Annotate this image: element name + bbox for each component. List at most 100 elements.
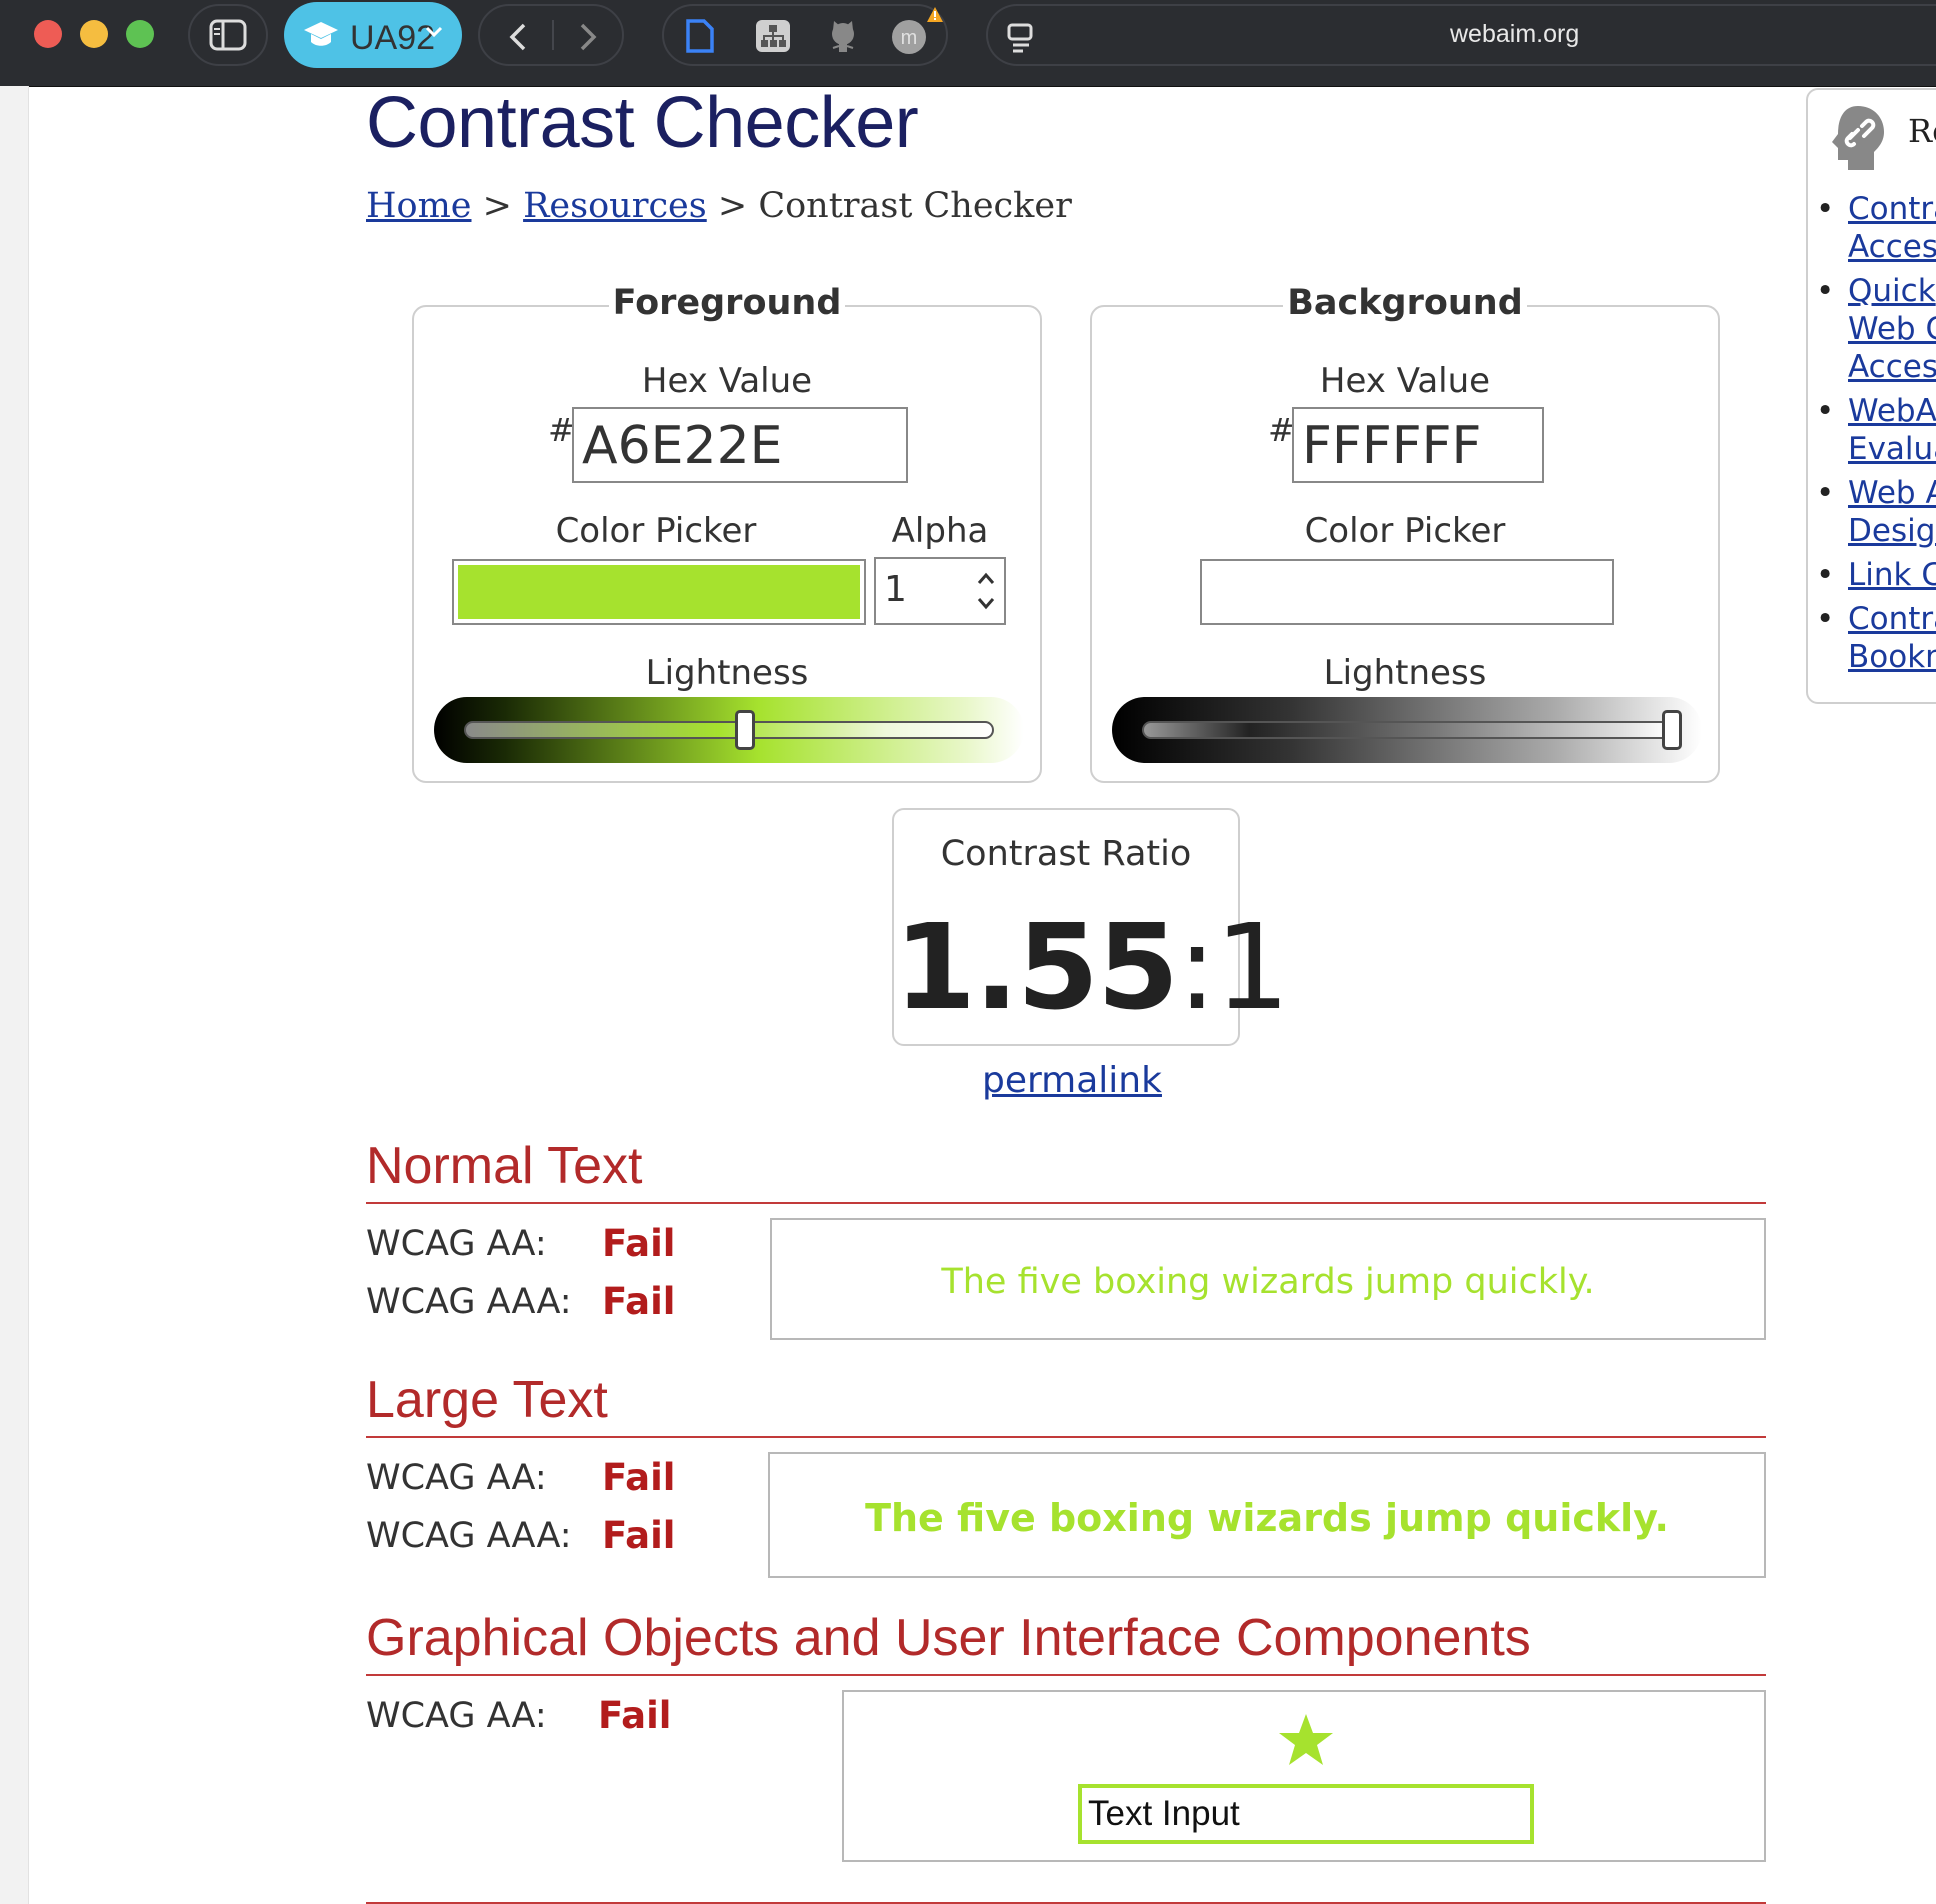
- normal-aaa-label: WCAG AAA:: [366, 1282, 572, 1322]
- sample-text-input[interactable]: Text Input: [1078, 1784, 1534, 1844]
- large-text-sample-box: The five boxing wizards jump quickly.: [768, 1452, 1766, 1578]
- large-aaa-result: Fail: [602, 1514, 676, 1557]
- forward-arrow-icon[interactable]: [576, 22, 600, 52]
- background-lightness-label: Lightness: [1323, 653, 1487, 693]
- background-color-picker-label: Color Picker: [1304, 511, 1506, 551]
- graphical-objects-divider: [366, 1674, 1766, 1676]
- resource-link[interactable]: Link Co: [1848, 557, 1936, 593]
- large-text-sample: The five boxing wizards jump quickly.: [865, 1496, 1669, 1540]
- resource-link[interactable]: Web ADesign: [1848, 475, 1936, 549]
- url-text[interactable]: webaim.org: [1450, 20, 1579, 49]
- browser-toolbar: UA92 m webaim.org: [0, 0, 1936, 87]
- normal-aa-label: WCAG AA:: [366, 1224, 547, 1264]
- foreground-color-picker-label: Color Picker: [555, 511, 757, 551]
- resource-link[interactable]: Quick Web CAccess: [1848, 273, 1936, 385]
- foreground-alpha-value: 1: [884, 569, 907, 610]
- background-hex-input[interactable]: FFFFFF: [1292, 407, 1544, 483]
- back-arrow-icon[interactable]: [506, 22, 530, 52]
- breadcrumb: Home > Resources > Contrast Checker: [366, 186, 1072, 226]
- contrast-ratio-label: Contrast Ratio: [940, 834, 1192, 874]
- sidebar-toggle-button[interactable]: [188, 4, 268, 66]
- warning-badge-icon: [927, 7, 943, 22]
- large-aa-label: WCAG AA:: [366, 1458, 547, 1498]
- background-color-swatch: [1206, 565, 1608, 619]
- foreground-lightness-thumb[interactable]: [734, 710, 755, 750]
- background-panel: Background Hex Value # FFFFFF Color Pick…: [1090, 283, 1720, 783]
- large-text-divider: [366, 1436, 1766, 1438]
- resource-item: Quick Web CAccess: [1808, 272, 1936, 386]
- graphical-sample-box: Text Input: [842, 1690, 1766, 1862]
- window-zoom-button[interactable]: [126, 20, 154, 48]
- resource-item: ContraAccess: [1808, 190, 1936, 266]
- foreground-hash: #: [548, 411, 575, 449]
- breadcrumb-home-link[interactable]: Home: [366, 186, 472, 226]
- breadcrumb-separator: >: [471, 186, 524, 226]
- normal-text-sample: The five boxing wizards jump quickly.: [941, 1262, 1595, 1302]
- graphical-aa-label: WCAG AA:: [366, 1696, 547, 1736]
- background-lightness-thumb[interactable]: [1662, 710, 1682, 750]
- resource-link-text: Design: [1848, 513, 1936, 549]
- document-icon[interactable]: [684, 18, 716, 54]
- nav-divider: [552, 20, 554, 50]
- resource-link[interactable]: ContraBookm: [1848, 601, 1936, 675]
- background-lightness-rail: [1142, 721, 1672, 739]
- breadcrumb-separator: >: [706, 186, 759, 226]
- graphical-objects-heading: Graphical Objects and User Interface Com…: [366, 1609, 1531, 1667]
- resource-link[interactable]: ContraAccess: [1848, 191, 1936, 265]
- foreground-panel: Foreground Hex Value # A6E22E Color Pick…: [412, 283, 1042, 783]
- sidebar-icon: [209, 19, 247, 51]
- profile-extension-icon[interactable]: m: [890, 18, 928, 56]
- contrast-ratio-number: 1.55: [894, 898, 1179, 1036]
- foreground-lightness-slider[interactable]: [434, 697, 1024, 763]
- background-color-picker[interactable]: [1200, 559, 1614, 625]
- permalink-link[interactable]: permalink: [982, 1060, 1162, 1101]
- resource-item: WebAIEvalua: [1808, 392, 1936, 468]
- resource-item: ContraBookm: [1808, 600, 1936, 676]
- large-aa-result: Fail: [602, 1456, 676, 1499]
- resources-list: ContraAccess Quick Web CAccess WebAIEval…: [1808, 190, 1936, 682]
- large-aaa-label: WCAG AAA:: [366, 1516, 572, 1556]
- extensions-bar: m: [662, 4, 948, 66]
- chevron-down-icon: [425, 26, 443, 38]
- foreground-lightness-label: Lightness: [645, 653, 809, 693]
- foreground-alpha-input[interactable]: 1: [874, 557, 1006, 625]
- resources-heading: Re: [1908, 112, 1936, 150]
- resource-item: Web ADesign: [1808, 474, 1936, 550]
- graphical-aa-result: Fail: [598, 1694, 672, 1737]
- normal-aaa-result: Fail: [602, 1280, 676, 1323]
- background-hex-label: Hex Value: [1319, 361, 1491, 401]
- contrast-ratio-suffix: :1: [1177, 898, 1290, 1036]
- contrast-ratio-box: Contrast Ratio 1.55:1: [892, 808, 1290, 1046]
- breadcrumb-resources-link[interactable]: Resources: [523, 186, 707, 226]
- tab-group-button[interactable]: UA92: [284, 2, 462, 68]
- sitemap-extension-icon[interactable]: [754, 18, 792, 54]
- page-menu-icon[interactable]: [1006, 22, 1036, 54]
- foreground-color-picker[interactable]: [452, 559, 866, 625]
- resource-link-text: Evalua: [1848, 431, 1936, 467]
- stepper-arrows-icon[interactable]: [974, 565, 998, 617]
- foreground-hex-input[interactable]: A6E22E: [572, 407, 908, 483]
- page-edge: [0, 86, 29, 1904]
- resource-link-text: Quick: [1848, 273, 1936, 309]
- foreground-color-swatch: [458, 565, 860, 619]
- background-legend-text: Background: [1283, 283, 1527, 323]
- resource-link-text: Access: [1848, 349, 1936, 385]
- window-close-button[interactable]: [34, 20, 62, 48]
- background-lightness-slider[interactable]: [1112, 697, 1702, 763]
- resource-link-text: WebAI: [1848, 393, 1936, 429]
- resource-link[interactable]: WebAIEvalua: [1848, 393, 1936, 467]
- foreground-legend: Foreground: [414, 283, 1040, 323]
- resources-sidebar: Re ContraAccess Quick Web CAccess WebAIE…: [1806, 88, 1936, 704]
- normal-aa-result: Fail: [602, 1222, 676, 1265]
- window-minimize-button[interactable]: [80, 20, 108, 48]
- navigation-buttons: [478, 4, 624, 66]
- contrast-ratio-value: 1.55:1: [894, 898, 1290, 1036]
- resource-link-text: Web C: [1848, 311, 1936, 347]
- page-title: Contrast Checker: [366, 83, 919, 163]
- tab-group-label: UA92: [350, 19, 436, 57]
- foreground-legend-text: Foreground: [608, 283, 846, 323]
- foreground-hex-label: Hex Value: [641, 361, 813, 401]
- normal-text-divider: [366, 1202, 1766, 1204]
- github-octocat-icon[interactable]: [824, 18, 862, 56]
- resource-link-text: Access: [1848, 229, 1936, 265]
